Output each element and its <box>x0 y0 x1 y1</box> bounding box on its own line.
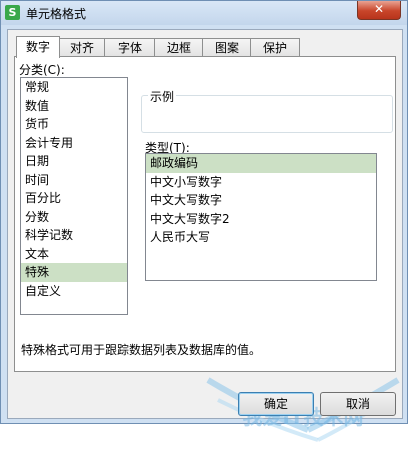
category-item[interactable]: 分数 <box>21 208 127 227</box>
tab-number[interactable]: 数字 <box>16 36 60 58</box>
dialog-body: 数字 对齐 字体 边框 图案 保护 分类(C): 常规 数值 货币 会计专用 日… <box>7 29 403 442</box>
tab-protection[interactable]: 保护 <box>250 38 300 57</box>
type-item[interactable]: 人民币大写 <box>146 228 376 247</box>
sample-group: 示例 <box>141 88 393 133</box>
ok-button[interactable]: 确定 <box>238 392 314 416</box>
category-item[interactable]: 科学记数 <box>21 226 127 245</box>
app-logo-icon: S <box>5 5 20 20</box>
type-item[interactable]: 中文大写数字 <box>146 191 376 210</box>
close-button[interactable]: ✕ <box>357 1 401 20</box>
category-item[interactable]: 百分比 <box>21 189 127 208</box>
type-item[interactable]: 中文大写数字2 <box>146 210 376 229</box>
category-item[interactable]: 自定义 <box>21 282 127 301</box>
format-description: 特殊格式可用于跟踪数据列表及数据库的值。 <box>21 343 262 357</box>
category-item-selected[interactable]: 特殊 <box>21 263 127 282</box>
category-item[interactable]: 常规 <box>21 78 127 97</box>
category-item[interactable]: 时间 <box>21 171 127 190</box>
category-item[interactable]: 数值 <box>21 97 127 116</box>
format-cells-dialog: S 单元格格式 ✕ 数字 对齐 字体 边框 图案 保护 分类(C): 常规 数值… <box>0 0 408 442</box>
number-tab-panel: 分类(C): 常规 数值 货币 会计专用 日期 时间 百分比 分数 科学记数 文… <box>14 56 396 372</box>
category-list[interactable]: 常规 数值 货币 会计专用 日期 时间 百分比 分数 科学记数 文本 特殊 自定… <box>20 77 128 315</box>
title-bar[interactable]: S 单元格格式 ✕ <box>1 1 407 25</box>
tab-alignment[interactable]: 对齐 <box>58 38 106 57</box>
sample-label: 示例 <box>148 88 177 105</box>
window-title: 单元格格式 <box>26 7 87 21</box>
category-label: 分类(C): <box>19 63 65 77</box>
type-item[interactable]: 中文小写数字 <box>146 173 376 192</box>
category-item[interactable]: 货币 <box>21 115 127 134</box>
category-item[interactable]: 文本 <box>21 245 127 264</box>
cancel-button[interactable]: 取消 <box>320 392 396 416</box>
tab-font[interactable]: 字体 <box>104 38 156 57</box>
tab-pattern[interactable]: 图案 <box>202 38 252 57</box>
type-item-selected[interactable]: 邮政编码 <box>146 154 376 173</box>
category-item[interactable]: 会计专用 <box>21 134 127 153</box>
category-item[interactable]: 日期 <box>21 152 127 171</box>
type-list[interactable]: 邮政编码 中文小写数字 中文大写数字 中文大写数字2 人民币大写 <box>145 153 377 281</box>
tab-border[interactable]: 边框 <box>154 38 204 57</box>
